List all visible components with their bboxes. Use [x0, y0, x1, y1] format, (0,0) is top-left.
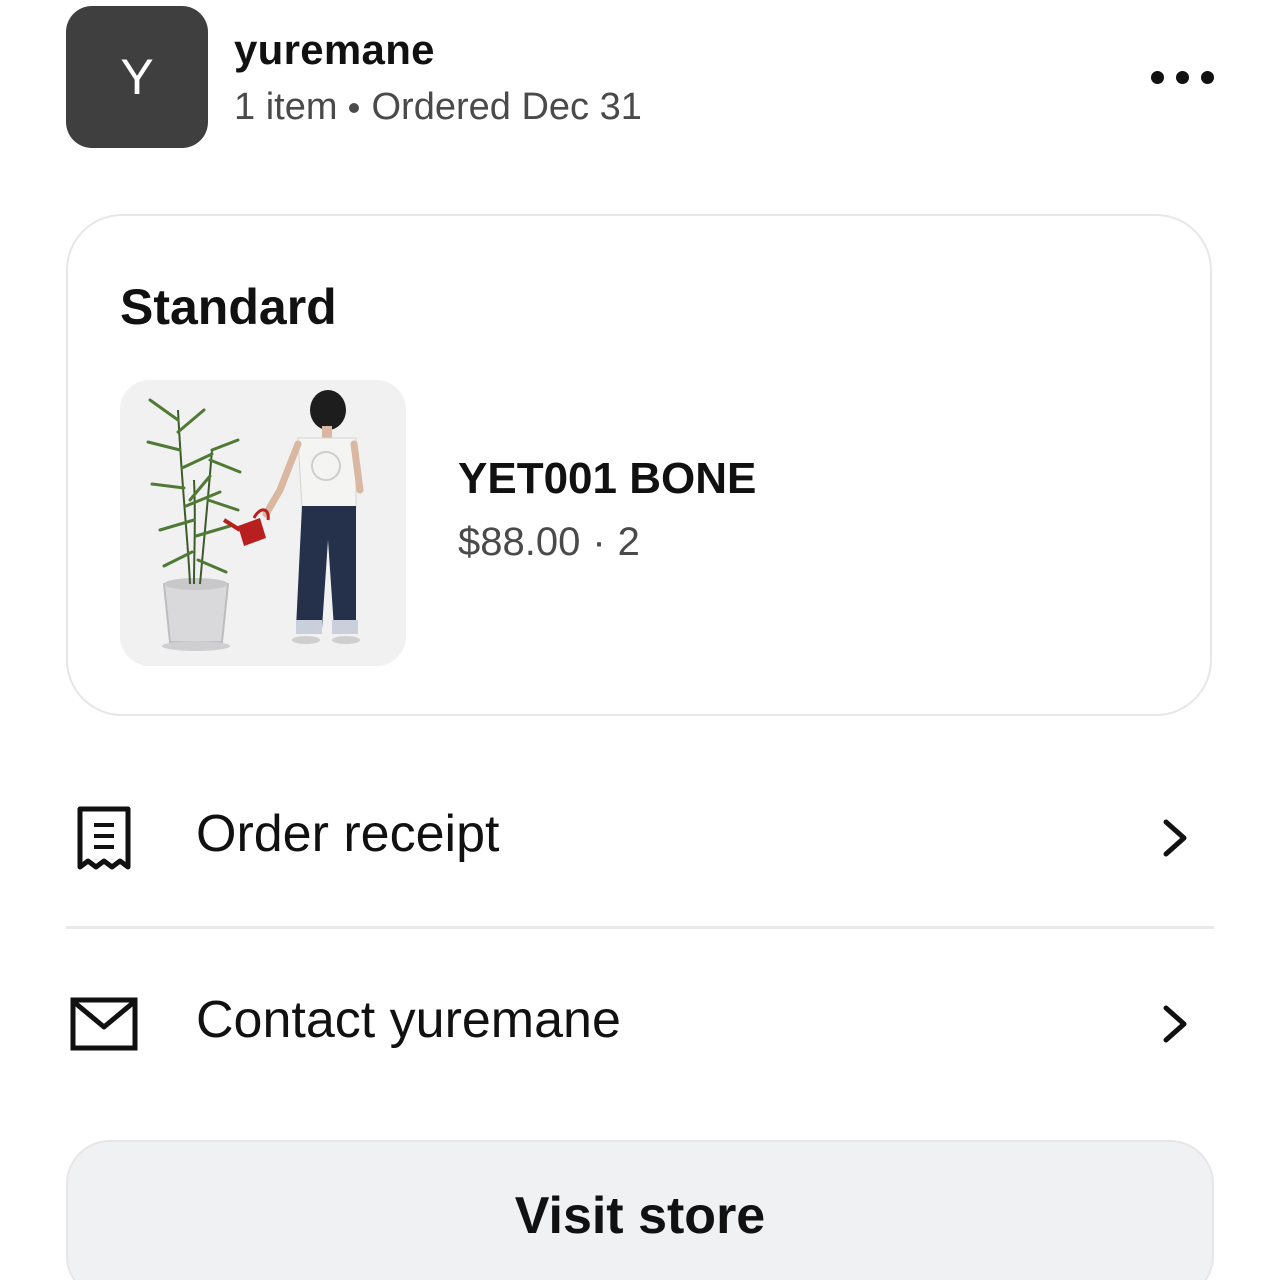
order-receipt-label: Order receipt	[196, 805, 500, 863]
product-quantity: 2	[617, 520, 640, 564]
chevron-right-icon	[1163, 819, 1187, 857]
price-quantity-separator: ·	[592, 520, 606, 564]
chevron-right-icon	[1163, 1005, 1187, 1043]
product-price-quantity: $88.00 · 2	[458, 520, 640, 565]
contact-seller-row[interactable]: Contact yuremane	[66, 946, 1214, 1096]
product-name[interactable]: YET001 BONE	[458, 454, 756, 504]
item-count: 1 item	[234, 86, 338, 128]
order-meta: 1 item Ordered Dec 31	[234, 86, 642, 129]
product-photo-illustration	[120, 380, 406, 666]
order-header: Y yuremane 1 item Ordered Dec 31	[0, 0, 1280, 160]
contact-seller-label: Contact yuremane	[196, 991, 621, 1049]
meta-separator-dot	[349, 102, 360, 113]
more-horizontal-icon-dot	[1200, 70, 1214, 84]
envelope-icon	[66, 986, 142, 1062]
more-horizontal-icon	[1150, 70, 1164, 84]
product-price: $88.00	[458, 520, 581, 564]
order-receipt-row[interactable]: Order receipt	[66, 760, 1214, 910]
ordered-date: Ordered Dec 31	[371, 86, 642, 128]
more-options-button[interactable]	[1140, 56, 1224, 98]
product-image[interactable]	[120, 380, 406, 666]
order-detail-page: Y yuremane 1 item Ordered Dec 31 Standar…	[0, 0, 1280, 1280]
shipment-card: Standard YET001 BONE $88.00 · 2	[66, 214, 1212, 716]
store-name[interactable]: yuremane	[234, 26, 435, 74]
store-avatar-letter: Y	[120, 49, 154, 105]
more-horizontal-icon-dot	[1175, 70, 1189, 84]
store-avatar[interactable]: Y	[66, 6, 208, 148]
visit-store-button[interactable]: Visit store	[66, 1140, 1214, 1280]
receipt-icon	[66, 800, 142, 876]
shipment-method-title: Standard	[120, 279, 337, 335]
divider	[66, 926, 1214, 929]
